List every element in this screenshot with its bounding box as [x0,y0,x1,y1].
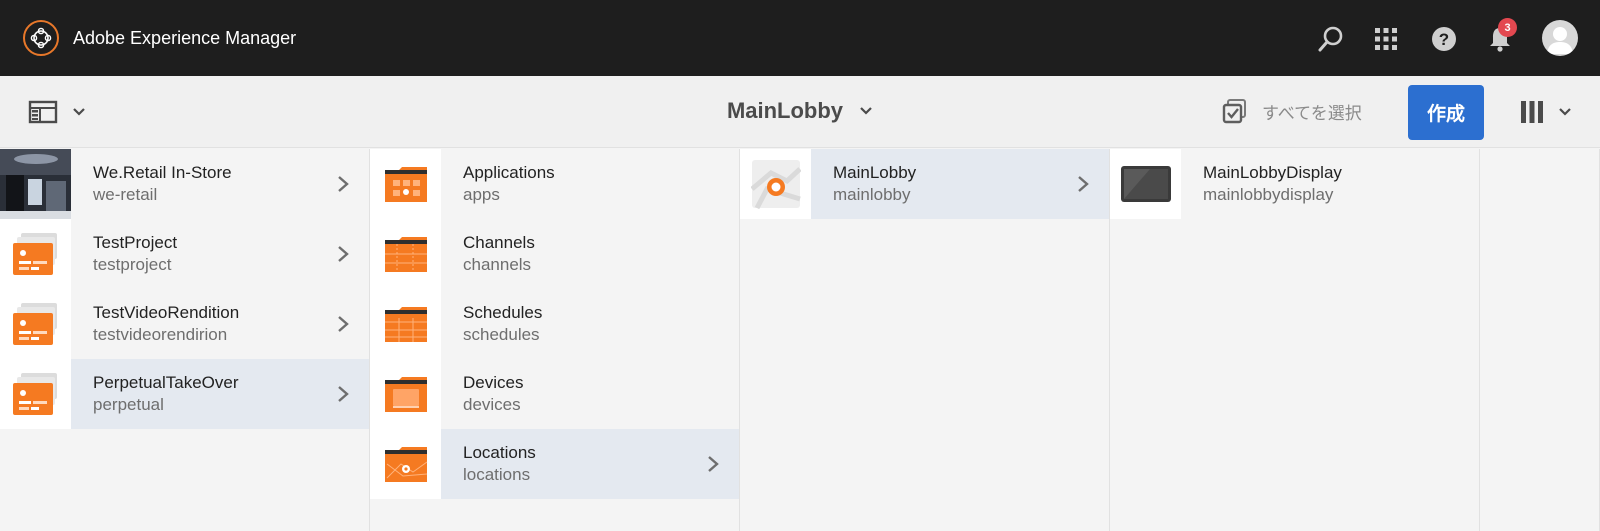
select-all-label: すべてを選択 [1262,103,1362,123]
project-thumbnail [0,219,71,289]
column-item-body: We.Retail In-Store we-retail [71,149,369,219]
location-pin-thumbnail [740,149,811,219]
column-item-testproject[interactable]: TestProject testproject [0,219,369,289]
select-all-button[interactable]: すべてを選択 [1222,98,1362,124]
action-bar: MainLobby すべてを選択 作成 [0,76,1600,148]
column-item-testvideorendirion[interactable]: TestVideoRendition testvideorendirion [0,289,369,359]
aem-logo[interactable] [23,20,59,56]
folder-apps-thumbnail [370,149,441,219]
column-item-name: locations [463,465,531,484]
breadcrumb-dropdown[interactable]: MainLobby [727,98,873,124]
app-title[interactable]: Adobe Experience Manager [73,28,296,49]
column-item-body: Schedules schedules [441,289,739,359]
column-item-title: MainLobbyDisplay [1203,163,1342,182]
column-item-apps[interactable]: Applications apps [370,149,739,219]
column-item-schedules[interactable]: Schedules schedules [370,289,739,359]
column-item-title: We.Retail In-Store [93,163,232,182]
column-item-name: testvideorendirion [93,325,228,344]
column-item-name: mainlobby [833,185,911,204]
column-item-locations[interactable]: Locations locations [370,429,739,499]
column-item-name: channels [463,255,532,274]
column-item-name: schedules [463,325,540,344]
column-item-title: TestProject [93,233,178,252]
svg-text:?: ? [1439,30,1449,49]
search-icon[interactable] [1316,24,1346,54]
column-item-body: Devices devices [441,359,739,429]
column-item-body: TestProject testproject [71,219,369,289]
rail-toggle-button[interactable] [28,100,86,124]
column-displays: MainLobbyDisplay mainlobbydisplay [1110,149,1480,531]
column-item-name: apps [463,185,500,204]
folder-locations-thumbnail [370,429,441,499]
view-switcher-button[interactable] [1520,100,1572,124]
column-item-mainlobbydisplay[interactable]: MainLobbyDisplay mainlobbydisplay [1110,149,1479,219]
column-item-channels[interactable]: Channels channels [370,219,739,289]
column-item-name: devices [463,395,521,414]
column-item-name: testproject [93,255,172,274]
shell-bar: Adobe Experience Manager ? 3 [0,0,1600,76]
column-item-title: TestVideoRendition [93,303,240,322]
project-thumbnail [0,359,71,429]
photo-thumbnail [0,149,71,219]
column-item-body: MainLobbyDisplay mainlobbydisplay [1181,149,1479,219]
column-item-title: Locations [463,443,536,462]
chevron-down-icon [73,108,85,116]
help-icon[interactable]: ? [1429,24,1459,54]
notification-badge: 3 [1498,18,1517,37]
column-item-body: Applications apps [441,149,739,219]
side-panel-icon [28,100,58,124]
column-item-body: MainLobby mainlobby [811,149,1109,219]
column-item-body: TestVideoRendition testvideorendirion [71,289,369,359]
column-item-perpetual[interactable]: PerpetualTakeOver perpetual [0,359,369,429]
column-item-title: Channels [463,233,535,252]
column-projects: We.Retail In-Store we-retail TestProject te… [0,149,370,531]
column-view-icon [1521,101,1543,123]
folder-devices-thumbnail [370,359,441,429]
project-thumbnail [0,289,71,359]
column-item-name: we-retail [93,185,158,204]
column-item-devices[interactable]: Devices devices [370,359,739,429]
column-item-name: perpetual [93,395,164,414]
column-item-mainlobby[interactable]: MainLobby mainlobby [740,149,1109,219]
column-item-body: Channels channels [441,219,739,289]
user-avatar[interactable] [1542,20,1578,56]
create-button[interactable]: 作成 [1408,85,1484,140]
folder-channels-thumbnail [370,219,441,289]
chevron-down-icon [1559,108,1571,116]
column-item-title: Devices [463,373,524,392]
column-project-folders: Applications apps Channels channels Schedule… [370,149,740,531]
column-item-name: mainlobbydisplay [1203,185,1334,204]
folder-schedules-thumbnail [370,289,441,359]
column-empty [1480,149,1600,531]
column-item-title: MainLobby [833,163,917,182]
select-all-icon [1222,99,1246,124]
column-item-body: PerpetualTakeOver perpetual [71,359,369,429]
column-item-we-retail[interactable]: We.Retail In-Store we-retail [0,149,369,219]
column-item-title: Applications [463,163,555,182]
column-view: We.Retail In-Store we-retail TestProject te… [0,149,1600,531]
column-locations: MainLobby mainlobby [740,149,1110,531]
column-item-title: Schedules [463,303,543,322]
page-title: MainLobby [726,98,844,123]
column-item-body: Locations locations [441,429,739,499]
chevron-down-icon [860,107,872,115]
column-item-title: PerpetualTakeOver [93,373,239,392]
apps-grid-icon[interactable] [1371,24,1401,54]
display-thumbnail [1110,149,1181,219]
